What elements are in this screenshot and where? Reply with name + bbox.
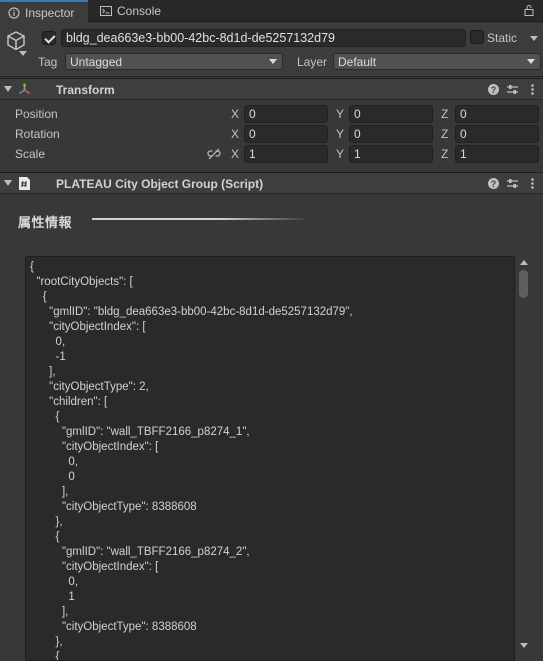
presets-icon[interactable]	[506, 177, 519, 190]
constrain-proportions-icon[interactable]	[207, 148, 221, 160]
json-line: "cityObjectType": 2,	[30, 381, 149, 393]
json-line: "cityObjectIndex": [	[30, 561, 159, 573]
json-line: "rootCityObjects": [	[30, 276, 133, 288]
json-line: {	[30, 261, 34, 273]
scrollbar-thumb[interactable]	[519, 270, 528, 298]
tag-dropdown[interactable]: Untagged	[65, 53, 283, 70]
gameobject-cube-icon	[7, 31, 25, 51]
json-line: -1	[30, 351, 66, 363]
tag-dropdown-value: Untagged	[70, 55, 123, 69]
object-header: bldg_dea663e3-bb00-42bc-8d1d-de5257132d7…	[0, 23, 543, 77]
kebab-menu-icon[interactable]	[526, 177, 539, 190]
chevron-down-icon	[269, 59, 277, 64]
json-line: {	[30, 411, 60, 423]
static-checkbox[interactable]	[470, 30, 484, 44]
info-icon	[8, 6, 20, 19]
rotation-y-field[interactable]: 0	[349, 125, 433, 143]
foldout-expanded-icon[interactable]	[4, 180, 12, 187]
axis-x-label: X	[231, 107, 240, 121]
object-name-field[interactable]: bldg_dea663e3-bb00-42bc-8d1d-de5257132d7…	[61, 29, 466, 47]
scale-x-field[interactable]: 1	[244, 145, 328, 163]
script-component-header[interactable]: PLATEAU City Object Group (Script) ?	[0, 172, 543, 194]
lock-icon[interactable]	[523, 4, 535, 16]
chevron-down-icon	[527, 59, 535, 64]
icon-dropdown-icon[interactable]	[19, 51, 27, 57]
json-line: 0,	[30, 576, 78, 588]
row-label: Scale	[15, 147, 46, 161]
json-line: 1	[30, 591, 75, 603]
scroll-down-icon[interactable]	[520, 643, 528, 648]
json-line: "children": [	[30, 396, 108, 408]
json-line: "cityObjectType": 8388608	[30, 621, 197, 633]
tab-console[interactable]: Console	[92, 0, 182, 22]
attribute-section-title: 属性情報	[18, 215, 73, 230]
row-label: Rotation	[15, 127, 60, 141]
json-line: 0,	[30, 336, 66, 348]
json-line: 0	[30, 471, 75, 483]
json-line: ],	[30, 606, 69, 618]
presets-icon[interactable]	[506, 83, 519, 96]
static-label: Static	[487, 31, 518, 45]
position-y-field[interactable]: 0	[349, 105, 433, 123]
svg-text:?: ?	[491, 85, 497, 95]
layer-dropdown-value: Default	[338, 55, 377, 69]
textarea-scrollbar[interactable]	[517, 256, 530, 661]
script-component-title: PLATEAU City Object Group (Script)	[56, 177, 264, 191]
json-line: {	[30, 651, 60, 661]
transform-row-rotation: Rotation X 0 Y 0 Z 0	[0, 124, 543, 144]
transform-icon	[19, 83, 30, 95]
json-line: "cityObjectIndex": [	[30, 441, 159, 453]
layer-dropdown[interactable]: Default	[333, 53, 541, 70]
axis-x-label: X	[231, 147, 240, 161]
attribute-json-textarea[interactable]: { "rootCityObjects": [ { "gmlID": "bldg_…	[25, 256, 515, 661]
scale-y-field[interactable]: 1	[349, 145, 433, 163]
axis-y-label: Y	[336, 107, 345, 121]
tag-label: Tag	[38, 55, 58, 69]
scroll-up-icon[interactable]	[520, 260, 528, 265]
axis-y-label: Y	[336, 147, 345, 161]
axis-z-label: Z	[441, 147, 449, 161]
axis-x-label: X	[231, 127, 240, 141]
position-z-field[interactable]: 0	[455, 105, 539, 123]
json-line: },	[30, 516, 63, 528]
json-line: "gmlID": "wall_TBFF2166_p8274_2",	[30, 546, 250, 558]
rotation-x-field[interactable]: 0	[244, 125, 328, 143]
transform-title: Transform	[56, 83, 115, 97]
csharp-script-icon	[19, 177, 30, 190]
json-line: "cityObjectIndex": [	[30, 321, 146, 333]
json-line: "cityObjectType": 8388608	[30, 501, 197, 513]
json-line: 0,	[30, 456, 78, 468]
json-line: {	[30, 531, 60, 543]
active-checkbox[interactable]	[42, 31, 56, 45]
svg-text:?: ?	[491, 179, 497, 189]
transform-header[interactable]: Transform ?	[0, 78, 543, 100]
layer-label: Layer	[297, 55, 328, 69]
position-x-field[interactable]: 0	[244, 105, 328, 123]
tab-inspector[interactable]: Inspector	[0, 0, 88, 23]
json-line: "gmlID": "wall_TBFF2166_p8274_1",	[30, 426, 250, 438]
row-label: Position	[15, 107, 58, 121]
json-line: "gmlID": "bldg_dea663e3-bb00-42bc-8d1d-d…	[30, 306, 353, 318]
json-line: ],	[30, 486, 69, 498]
axis-z-label: Z	[441, 107, 449, 121]
transform-row-scale: Scale X 1 Y 1 Z 1	[0, 144, 543, 164]
scale-z-field[interactable]: 1	[455, 145, 539, 163]
axis-y-label: Y	[336, 127, 345, 141]
help-icon[interactable]: ?	[487, 83, 500, 96]
transform-row-position: Position X 0 Y 0 Z 0	[0, 104, 543, 124]
axis-z-label: Z	[441, 127, 449, 141]
help-icon[interactable]: ?	[487, 177, 500, 190]
section-divider	[92, 218, 308, 220]
tab-console-label: Console	[117, 4, 162, 18]
tab-inspector-label: Inspector	[25, 5, 75, 20]
foldout-expanded-icon[interactable]	[4, 86, 12, 93]
json-line: },	[30, 636, 63, 648]
static-dropdown-icon[interactable]	[530, 36, 538, 41]
json-line: {	[30, 291, 47, 303]
json-line: ],	[30, 366, 56, 378]
kebab-menu-icon[interactable]	[526, 83, 539, 96]
tab-bar: Inspector Console	[0, 0, 543, 23]
console-icon	[100, 6, 112, 16]
rotation-z-field[interactable]: 0	[455, 125, 539, 143]
